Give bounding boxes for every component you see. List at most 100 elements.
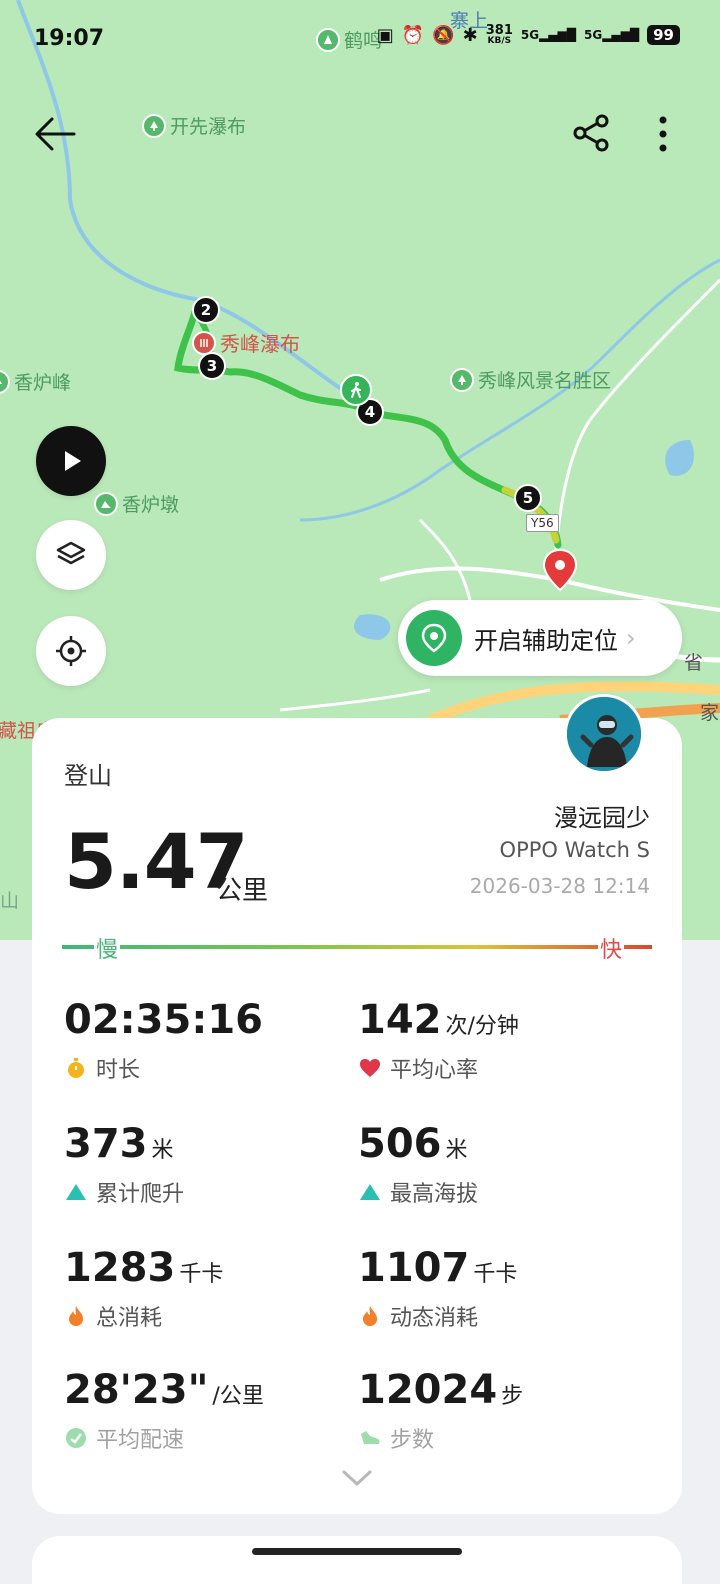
poi-kaixian-waterfall[interactable]: 开先瀑布 [142, 112, 246, 139]
mute-icon: 🔕 [432, 24, 455, 46]
stat-duration: 02:35:16 时长 [64, 1000, 354, 1084]
stat-unit: 次/分钟 [445, 1014, 519, 1039]
shoe-icon [361, 1431, 380, 1444]
layers-button[interactable] [36, 520, 106, 590]
mountain-pin-icon [94, 491, 118, 516]
stat-value: 28'23" [64, 1367, 209, 1413]
more-vertical-icon[interactable] [646, 112, 680, 156]
signal-icon-2: 5G▂▄▆█ [584, 28, 640, 42]
stat-ascent: 373 米 累计爬升 [64, 1124, 354, 1208]
net-speed-unit: KB/S [487, 36, 512, 46]
status-bar: 19:07 鹤鸣 寨上 ▣ ⏰ 🔕 ✱ 381 KB/S 5G▂▄▆█ 5G▂▄… [0, 0, 720, 80]
stat-value: 142 [358, 997, 442, 1043]
tree-pin-icon [0, 369, 10, 394]
next-section-card [32, 1536, 682, 1584]
map-edge-label: 省 [684, 652, 704, 674]
alarm-icon: ⏰ [401, 24, 425, 46]
nfc-icon: ▣ [376, 24, 394, 46]
user-name: 漫远园少 [554, 804, 650, 832]
poi-label: 开先瀑布 [170, 116, 247, 138]
avatar[interactable] [564, 694, 644, 774]
activity-type: 登山 [64, 762, 112, 790]
chevron-right-icon: › [626, 624, 636, 652]
status-icons: ▣ ⏰ 🔕 ✱ 381 KB/S 5G▂▄▆█ 5G▂▄▆█ 99 [377, 24, 680, 46]
stat-heart-rate: 142 次/分钟 平均心率 [358, 1000, 648, 1084]
net-speed: 381 KB/S [486, 24, 513, 46]
locate-icon [56, 636, 86, 666]
stat-label: 最高海拔 [390, 1182, 479, 1207]
stat-label: 时长 [96, 1058, 141, 1083]
stat-max-altitude: 506 米 最高海拔 [358, 1124, 648, 1208]
battery-icon: 99 [647, 25, 680, 45]
road-sign: Y56 [526, 514, 559, 532]
route-marker: 3 [198, 352, 226, 380]
stat-value: 506 [358, 1121, 442, 1167]
assist-location-button[interactable]: 开启辅助定位 › [398, 600, 682, 676]
share-icon[interactable] [572, 113, 612, 153]
status-map-poi: 鹤鸣 [316, 26, 382, 53]
map-edge-label: 家 [700, 702, 720, 724]
stat-unit: 米 [445, 1138, 468, 1163]
tree-pin-icon [450, 367, 474, 392]
assist-location-label: 开启辅助定位 [474, 626, 618, 655]
arrow-left-icon[interactable] [32, 112, 80, 156]
poi-xianglu-peak[interactable]: 香炉峰 [0, 368, 71, 395]
triangle-up-icon [66, 1184, 86, 1200]
stat-unit: 千卡 [179, 1262, 224, 1287]
play-button[interactable] [36, 426, 106, 496]
heart-icon [360, 1059, 380, 1077]
stat-label: 平均心率 [390, 1058, 479, 1083]
stat-unit: 步 [501, 1384, 524, 1409]
end-pin-icon [542, 548, 578, 592]
route-marker: 5 [514, 484, 542, 512]
layers-icon [56, 541, 86, 565]
map-edge-label: 山 [0, 890, 20, 912]
stat-label: 累计爬升 [96, 1182, 185, 1207]
stat-value: 1283 [64, 1245, 176, 1291]
poi-xiufeng-scenic-area[interactable]: 秀峰风景名胜区 [450, 366, 611, 393]
stat-unit: /公里 [212, 1384, 264, 1409]
speed-slow-label: 慢 [94, 932, 121, 964]
stat-unit: 米 [151, 1138, 174, 1163]
signal-label-2: 5G [584, 28, 603, 42]
activity-summary-card: 登山 5.47 公里 漫远园少 OPPO Watch S 2026-03-28 … [32, 718, 682, 1514]
pace-icon [66, 1428, 86, 1448]
locate-button[interactable] [36, 616, 106, 686]
chevron-down-icon[interactable] [340, 1466, 374, 1490]
stat-label: 平均配速 [96, 1428, 185, 1453]
stat-value: 12024 [358, 1367, 498, 1413]
speed-legend: 慢 快 [62, 932, 652, 964]
status-time: 19:07 [34, 26, 105, 51]
flame-icon [363, 1306, 377, 1326]
stat-value: 1107 [358, 1245, 470, 1291]
play-icon [65, 451, 81, 471]
poi-xianglu-dun[interactable]: 香炉墩 [94, 490, 179, 517]
activity-datetime: 2026-03-28 12:14 [469, 874, 650, 898]
poi-label: 香炉峰 [14, 372, 72, 394]
stat-total-calories: 1283 千卡 总消耗 [64, 1248, 354, 1332]
stat-value: 02:35:16 [64, 997, 263, 1043]
poi-label: 秀峰瀑布 [220, 332, 300, 356]
flame-icon [69, 1306, 83, 1326]
stat-average-pace: 28'23"/公里 平均配速 [64, 1370, 354, 1454]
home-indicator[interactable] [252, 1548, 462, 1555]
bluetooth-icon: ✱ [462, 24, 478, 46]
poi-pin-icon [316, 27, 340, 52]
poi-label: 香炉墩 [122, 494, 180, 516]
distance-unit: 公里 [216, 876, 269, 906]
triangle-up-icon [360, 1184, 380, 1200]
stat-unit: 千卡 [473, 1262, 518, 1287]
stat-label: 动态消耗 [390, 1306, 479, 1331]
stat-active-calories: 1107 千卡 动态消耗 [358, 1248, 648, 1332]
hiker-start-icon [340, 374, 372, 406]
tree-pin-icon [142, 113, 166, 138]
stat-label: 步数 [390, 1428, 435, 1453]
poi-label: 秀峰风景名胜区 [478, 370, 612, 392]
stat-value: 373 [64, 1121, 148, 1167]
speed-gradient-bar [62, 945, 652, 949]
stopwatch-icon [68, 1058, 84, 1078]
stat-label: 总消耗 [96, 1306, 163, 1331]
waterfall-pin-icon [192, 330, 216, 355]
signal-icon: 5G▂▄▆█ [520, 28, 576, 42]
route-marker: 2 [192, 296, 220, 324]
